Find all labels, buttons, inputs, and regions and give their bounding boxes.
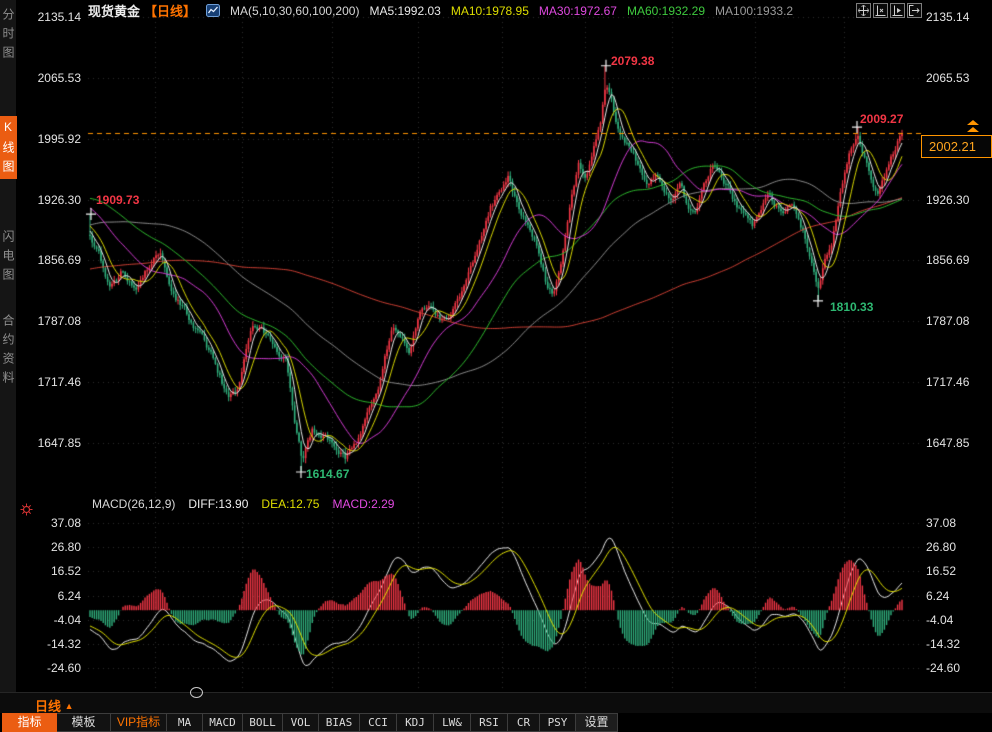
axis-tick-label: 1995.92	[38, 132, 81, 146]
axis-tick-label: 26.80	[926, 540, 956, 554]
axis-tick-label: 1856.69	[38, 253, 81, 267]
macd-macd-value: MACD:2.29	[332, 497, 394, 511]
chevron-up-icon: ▲	[65, 701, 74, 711]
axis-tick-label: 1717.46	[926, 375, 969, 389]
date-axis-row: 日线 ▲	[0, 692, 992, 713]
axis-tick-label: 1856.69	[926, 253, 969, 267]
vol-button[interactable]: VOL	[283, 713, 319, 732]
indicator-button[interactable]: 指标	[2, 713, 57, 732]
template-button[interactable]: 模板	[57, 713, 111, 732]
ma30-value: MA30:1972.67	[539, 4, 617, 18]
period-tag: 【日线】	[144, 1, 196, 20]
cci-button[interactable]: CCI	[360, 713, 397, 732]
axis-tick-label: 16.52	[926, 564, 956, 578]
sidebar-item-kline-chart[interactable]: K线图	[0, 116, 17, 179]
gold-trading-chart-app: 分时图 K线图 闪电图 合约资料 现货黄金 【日线】 MA(5,10,30,60…	[0, 0, 992, 732]
axis-tick-label: -14.32	[926, 637, 960, 651]
annotation-low-1614: 1614.67	[306, 467, 349, 481]
pane-resize-handle[interactable]	[190, 687, 203, 698]
annotation-high-1909: 1909.73	[96, 193, 139, 207]
macd-button[interactable]: MACD	[203, 713, 243, 732]
zoom-y-axis-icon[interactable]	[873, 3, 888, 18]
axis-tick-label: 1647.85	[926, 436, 969, 450]
settings-button[interactable]: 设置	[576, 713, 618, 732]
axis-tick-label: 1647.85	[38, 436, 81, 450]
ma60-value: MA60:1932.29	[627, 4, 705, 18]
macd-header: MACD(26,12,9) DIFF:13.90 DEA:12.75 MACD:…	[92, 497, 394, 511]
sidebar-item-contract-info[interactable]: 合约资料	[0, 310, 17, 390]
ma-settings-label: MA(5,10,30,60,100,200)	[230, 4, 359, 18]
annotation-low-1810: 1810.33	[830, 300, 873, 314]
kdj-button[interactable]: KDJ	[397, 713, 434, 732]
axis-tick-label: -4.04	[926, 613, 953, 627]
rsi-button[interactable]: RSI	[471, 713, 508, 732]
line-chart-icon[interactable]	[206, 4, 220, 17]
axis-tick-label: 1787.08	[926, 314, 969, 328]
ma5-value: MA5:1992.03	[369, 4, 440, 18]
price-macd-chart-canvas[interactable]	[0, 0, 992, 732]
sidebar-item-time-chart[interactable]: 分时图	[0, 4, 17, 65]
axis-tick-label: 6.24	[58, 589, 81, 603]
axis-tick-label: 1787.08	[38, 314, 81, 328]
ma10-value: MA10:1978.95	[451, 4, 529, 18]
sidebar-item-lightning-chart[interactable]: 闪电图	[0, 226, 17, 287]
axis-tick-label: 16.52	[51, 564, 81, 578]
axis-tick-label: -14.32	[47, 637, 81, 651]
macd-settings-icon[interactable]	[20, 503, 33, 521]
price-alert-marker-icon[interactable]	[966, 120, 980, 138]
ma-button[interactable]: MA	[167, 713, 203, 732]
indicator-toolbar: 指标 模板 VIP指标 MA MACD BOLL VOL BIAS CCI KD…	[0, 713, 992, 732]
chart-header: 现货黄金 【日线】 MA(5,10,30,60,100,200) MA5:199…	[88, 2, 793, 19]
axis-tick-label: 1926.30	[38, 193, 81, 207]
axis-tick-label: -24.60	[926, 661, 960, 675]
cr-button[interactable]: CR	[508, 713, 540, 732]
axis-tick-label: 26.80	[51, 540, 81, 554]
macd-params-label: MACD(26,12,9)	[92, 497, 175, 511]
current-price-tag[interactable]: 2002.21	[921, 135, 992, 158]
axis-tick-label: 1717.46	[38, 375, 81, 389]
chart-mode-sidebar: 分时图 K线图 闪电图 合约资料	[0, 0, 16, 692]
zoom-x-axis-icon[interactable]	[890, 3, 905, 18]
axis-tick-label: 2065.53	[38, 71, 81, 85]
annotation-high-2009: 2009.27	[860, 112, 903, 126]
pan-right-icon[interactable]	[907, 3, 922, 18]
chart-tool-buttons	[856, 3, 922, 18]
annotation-high-2079: 2079.38	[611, 54, 654, 68]
psy-button[interactable]: PSY	[540, 713, 576, 732]
axis-tick-label: -4.04	[54, 613, 81, 627]
axis-tick-label: 2135.14	[38, 10, 81, 24]
symbol-name: 现货黄金	[88, 1, 140, 20]
axis-tick-label: 1926.30	[926, 193, 969, 207]
axis-tick-label: 2135.14	[926, 10, 969, 24]
axis-tick-label: -24.60	[47, 661, 81, 675]
crosshair-pan-icon[interactable]	[856, 3, 871, 18]
ma100-value: MA100:1933.2	[715, 4, 793, 18]
boll-button[interactable]: BOLL	[243, 713, 283, 732]
axis-tick-label: 37.08	[926, 516, 956, 530]
vip-indicator-button[interactable]: VIP指标	[111, 713, 167, 732]
bias-button[interactable]: BIAS	[319, 713, 360, 732]
axis-tick-label: 6.24	[926, 589, 949, 603]
axis-tick-label: 37.08	[51, 516, 81, 530]
lwr-button[interactable]: LW&	[434, 713, 471, 732]
axis-tick-label: 2065.53	[926, 71, 969, 85]
macd-dea-value: DEA:12.75	[261, 497, 319, 511]
macd-diff-value: DIFF:13.90	[188, 497, 248, 511]
